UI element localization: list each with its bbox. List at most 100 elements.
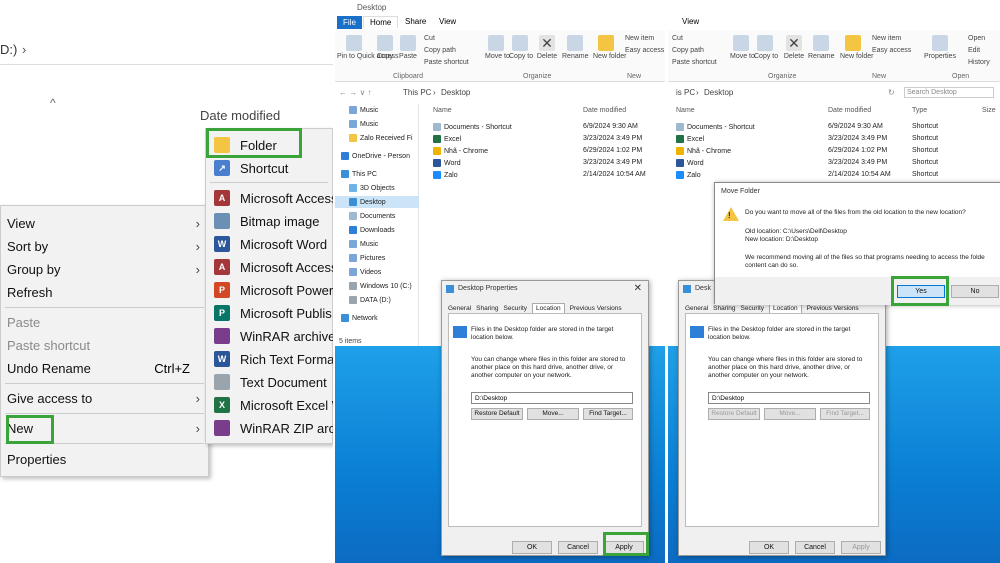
column-header-name[interactable]: Name	[676, 107, 695, 114]
edit-button[interactable]: Edit	[968, 47, 980, 54]
copy-path-button[interactable]: Copy path	[672, 47, 704, 54]
properties-button[interactable]: Properties	[922, 35, 958, 60]
tab-general[interactable]: General	[685, 305, 708, 312]
tab-general[interactable]: General	[448, 305, 471, 312]
tab-view[interactable]: View	[439, 17, 456, 26]
ok-button[interactable]: OK	[749, 541, 789, 554]
new-item-button[interactable]: New item	[872, 35, 901, 42]
tab-view[interactable]: View	[682, 17, 699, 26]
submenu-item-winrar[interactable]: WinRAR archive	[214, 325, 333, 347]
submenu-item-winrar-zip[interactable]: WinRAR ZIP arch	[214, 417, 333, 439]
new-item-button[interactable]: New item	[625, 35, 654, 42]
copy-path-button[interactable]: Copy path	[424, 47, 456, 54]
history-button[interactable]: History	[968, 59, 990, 66]
file-row[interactable]: Nhã - Chrome	[676, 147, 731, 155]
column-header-size[interactable]: Size	[982, 107, 996, 114]
sidebar-item-zalo[interactable]: Zalo Received Fi	[349, 134, 413, 142]
sidebar-item-desktop[interactable]: Desktop	[349, 198, 386, 206]
sidebar-item-music[interactable]: Music	[349, 240, 378, 248]
new-folder-button[interactable]: New folder	[593, 35, 626, 60]
location-path-input[interactable]: D:\Desktop	[708, 392, 870, 404]
copy-to-button[interactable]: Copy to	[509, 35, 533, 60]
cancel-button[interactable]: Cancel	[558, 541, 598, 554]
breadcrumb-desktop[interactable]: Desktop	[704, 88, 733, 97]
tab-sharing[interactable]: Sharing	[713, 305, 735, 312]
submenu-item-access[interactable]: A Microsoft Access	[214, 187, 333, 209]
restore-default-button[interactable]: Restore Default	[471, 408, 523, 420]
menu-item-sort-by[interactable]: Sort by	[7, 239, 48, 254]
file-row[interactable]: Documents - Shortcut	[433, 123, 512, 131]
column-header-type[interactable]: Type	[912, 107, 927, 114]
delete-button[interactable]: ✕ Delete	[782, 35, 806, 60]
menu-item-undo-rename[interactable]: Undo Rename	[7, 361, 91, 376]
submenu-item-access-2[interactable]: A Microsoft Access	[214, 256, 333, 278]
sidebar-item-3d-objects[interactable]: 3D Objects	[349, 184, 395, 192]
sidebar-item-pictures[interactable]: Pictures	[349, 254, 385, 262]
file-row[interactable]: Excel	[433, 135, 461, 143]
tab-security[interactable]: Security	[504, 305, 527, 312]
open-button[interactable]: Open	[968, 35, 985, 42]
menu-item-refresh[interactable]: Refresh	[7, 285, 53, 300]
menu-item-group-by[interactable]: Group by	[7, 262, 60, 277]
paste-shortcut-button[interactable]: Paste shortcut	[672, 59, 717, 66]
close-icon[interactable]: ✕	[634, 283, 642, 294]
find-target-button[interactable]: Find Target...	[583, 408, 633, 420]
refresh-icon[interactable]: ↻	[888, 88, 895, 97]
move-to-button[interactable]: Move to	[730, 35, 755, 60]
new-folder-button[interactable]: New folder	[840, 35, 873, 60]
breadcrumb-desktop[interactable]: Desktop	[441, 88, 470, 97]
address-bar-text[interactable]: D:)	[0, 42, 17, 57]
move-to-button[interactable]: Move to	[485, 35, 510, 60]
sidebar-item-windows-c[interactable]: Windows 10 (C:)	[349, 282, 412, 290]
sidebar-item-this-pc[interactable]: This PC	[341, 170, 377, 178]
column-header-date[interactable]: Date modified	[583, 107, 626, 114]
cancel-button[interactable]: Cancel	[795, 541, 835, 554]
tab-file[interactable]: File	[337, 16, 362, 29]
tab-home[interactable]: Home	[363, 16, 399, 28]
submenu-item-bitmap[interactable]: Bitmap image	[214, 210, 319, 232]
tab-sharing[interactable]: Sharing	[476, 305, 498, 312]
submenu-item-rtf[interactable]: W Rich Text Format	[214, 348, 333, 370]
column-header-date[interactable]: Date modified	[828, 107, 871, 114]
move-button[interactable]: Move...	[527, 408, 579, 420]
sidebar-item-videos[interactable]: Videos	[349, 268, 381, 276]
rename-button[interactable]: Rename	[808, 35, 834, 60]
tab-share[interactable]: Share	[405, 17, 426, 26]
menu-item-properties[interactable]: Properties	[7, 452, 66, 467]
sidebar-item-music[interactable]: Music	[349, 120, 378, 128]
file-row[interactable]: Documents - Shortcut	[676, 123, 755, 131]
cut-button[interactable]: Cut	[424, 35, 435, 42]
location-path-input[interactable]: D:\Desktop	[471, 392, 633, 404]
menu-item-paste[interactable]: Paste	[7, 315, 40, 330]
easy-access-button[interactable]: Easy access	[872, 47, 911, 54]
move-button[interactable]: Move...	[764, 408, 816, 420]
restore-default-button[interactable]: Restore Default	[708, 408, 760, 420]
submenu-item-publisher[interactable]: P Microsoft Publis	[214, 302, 332, 324]
find-target-button[interactable]: Find Target...	[820, 408, 870, 420]
menu-item-paste-shortcut[interactable]: Paste shortcut	[7, 338, 90, 353]
copy-to-button[interactable]: Copy to	[754, 35, 778, 60]
file-row[interactable]: Word	[676, 159, 704, 167]
sidebar-item-downloads[interactable]: Downloads	[349, 226, 395, 234]
breadcrumb-this-pc[interactable]: is PC	[676, 88, 695, 97]
breadcrumb-this-pc[interactable]: This PC	[403, 88, 431, 97]
paste-button[interactable]: Paste	[397, 35, 419, 60]
file-row[interactable]: Excel	[676, 135, 704, 143]
sidebar-item-data-d[interactable]: DATA (D:)	[349, 296, 391, 304]
sidebar-item-documents[interactable]: Documents	[349, 212, 395, 220]
sidebar-item-onedrive[interactable]: OneDrive - Person	[341, 152, 410, 160]
easy-access-button[interactable]: Easy access	[625, 47, 664, 54]
file-row[interactable]: Word	[433, 159, 461, 167]
tab-security[interactable]: Security	[741, 305, 764, 312]
copy-button[interactable]: Copy	[375, 35, 395, 60]
rename-button[interactable]: Rename	[562, 35, 588, 60]
column-header-name[interactable]: Name	[433, 107, 452, 114]
file-row[interactable]: Zalo	[433, 171, 458, 179]
apply-button[interactable]: Apply	[841, 541, 881, 554]
submenu-item-text[interactable]: Text Document	[214, 371, 327, 393]
search-input[interactable]: Search Desktop	[904, 87, 994, 98]
tab-previous-versions[interactable]: Previous Versions	[807, 305, 859, 312]
tab-location[interactable]: Location	[532, 303, 565, 313]
tab-previous-versions[interactable]: Previous Versions	[570, 305, 622, 312]
nav-arrows[interactable]: ← → ∨ ↑	[339, 88, 372, 97]
